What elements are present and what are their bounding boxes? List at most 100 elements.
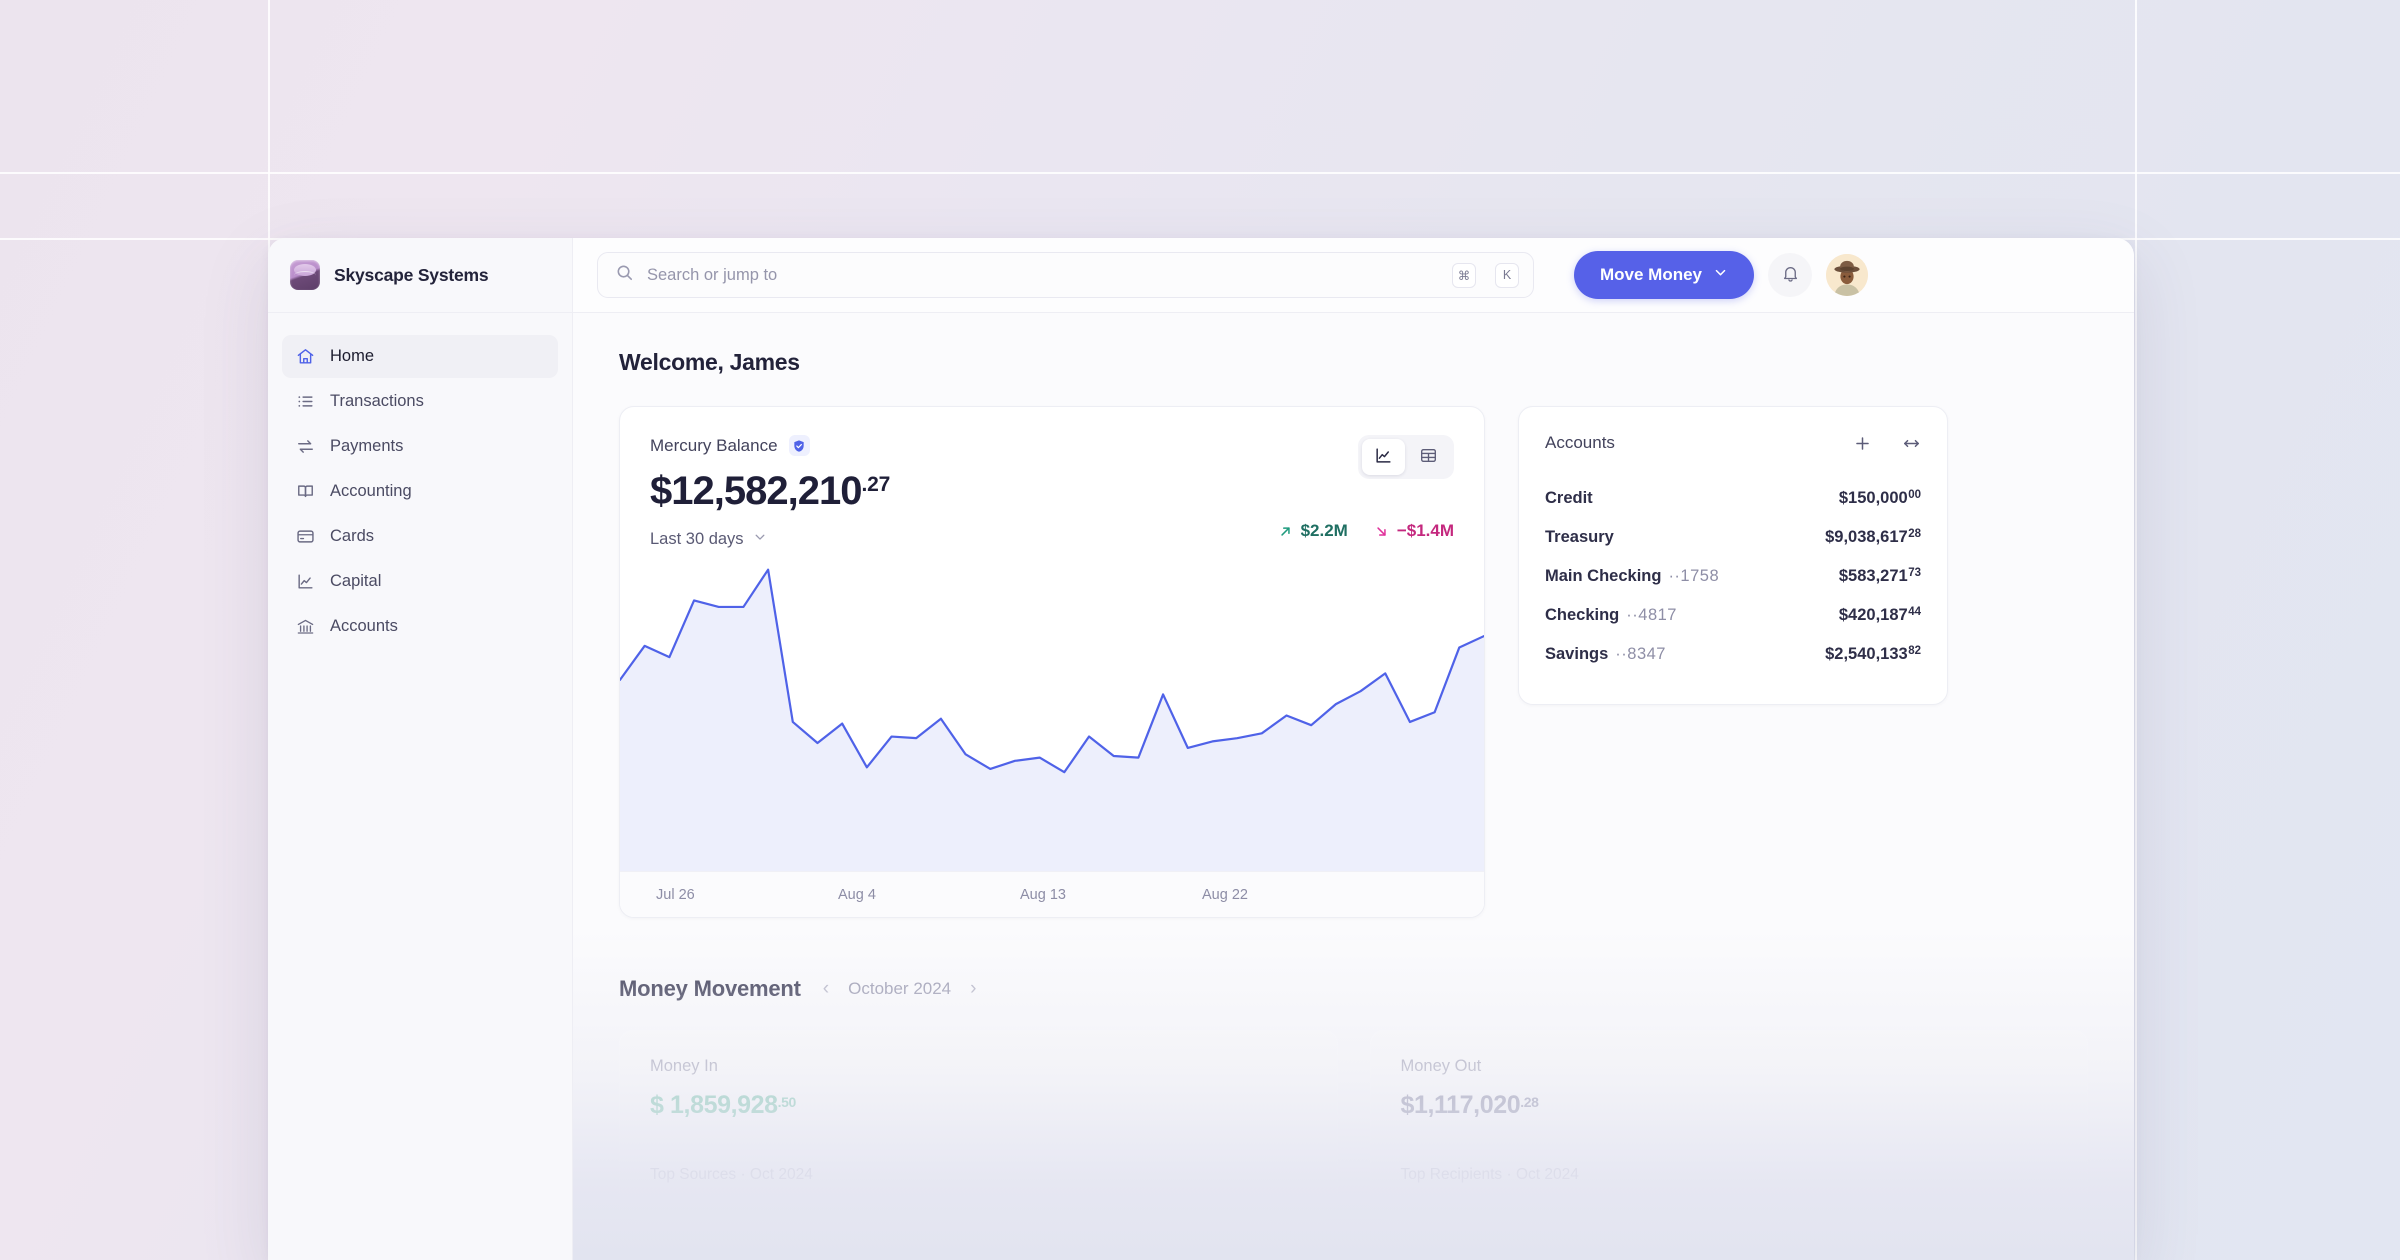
next-month-button[interactable]: › xyxy=(970,978,976,1000)
account-row[interactable]: Treasury $9,038,617 28 xyxy=(1545,518,1921,557)
brand-name: Skyscape Systems xyxy=(334,264,489,285)
list-icon xyxy=(295,391,316,412)
money-in-card[interactable]: Money In $ 1,859,928 .50 Top Sources · O… xyxy=(619,1030,1338,1220)
page-title: Welcome, James xyxy=(619,349,800,375)
account-row[interactable]: Main Checking ··1758 $583,271 73 xyxy=(1545,557,1921,596)
dashboard-top-row: Mercury Balance $12,582,210 .27 Last 30 … xyxy=(619,406,2088,918)
accounts-title: Accounts xyxy=(1545,433,1615,452)
sidebar-item-capital[interactable]: Capital xyxy=(282,560,558,603)
account-balance-dollars: $9,038,617 xyxy=(1825,528,1908,546)
topbar: Search or jump to ⌘ K Move Money xyxy=(573,238,2134,313)
account-mask: ··4817 xyxy=(1626,606,1677,624)
plus-icon xyxy=(1856,436,1869,450)
prev-month-button[interactable]: ‹ xyxy=(823,978,829,1000)
avatar[interactable] xyxy=(1826,254,1869,296)
account-name-text: Savings xyxy=(1545,645,1609,663)
account-name-text: Treasury xyxy=(1545,528,1614,546)
main-area: Search or jump to ⌘ K Move Money Welcome… xyxy=(573,238,2134,1260)
shortcut-key-cmd: ⌘ xyxy=(1452,262,1476,288)
money-movement-title: Money Movement xyxy=(619,976,801,1001)
account-name-text: Credit xyxy=(1545,489,1593,507)
money-in-dollars: $ 1,859,928 xyxy=(650,1091,778,1119)
balance-chart-svg xyxy=(620,547,1484,871)
sidebar-item-label: Transactions xyxy=(330,392,424,410)
sidebar-item-home[interactable]: Home xyxy=(282,335,558,378)
balance-title-row: Mercury Balance xyxy=(650,435,890,456)
bell-icon xyxy=(1781,264,1800,286)
line-chart-icon xyxy=(1374,446,1393,468)
arrow-down-right-icon xyxy=(1377,526,1386,536)
stat-money-in-value: $2.2M xyxy=(1300,521,1348,540)
account-row[interactable]: Checking ··4817 $420,187 44 xyxy=(1545,596,1921,635)
account-name: Main Checking ··1758 xyxy=(1545,567,1719,586)
chevron-down-icon xyxy=(1713,265,1728,285)
book-icon xyxy=(295,481,316,502)
money-out-label: Money Out xyxy=(1400,1057,1482,1075)
account-mask: ··1758 xyxy=(1668,567,1720,585)
search-icon xyxy=(615,263,634,287)
account-name: Checking ··4817 xyxy=(1545,606,1677,625)
account-balance: $583,271 73 xyxy=(1839,567,1921,586)
account-balance-cents: 28 xyxy=(1908,528,1921,540)
account-balance-cents: 44 xyxy=(1908,606,1921,618)
view-toggle-group xyxy=(1358,435,1454,479)
account-balance: $420,187 44 xyxy=(1839,606,1921,625)
arrows-horizontal-icon xyxy=(1904,439,1919,447)
sidebar-item-accounting[interactable]: Accounting xyxy=(282,470,558,513)
account-row[interactable]: Savings ··8347 $2,540,133 82 xyxy=(1545,635,1921,674)
sidebar-item-accounts[interactable]: Accounts xyxy=(282,605,558,648)
balance-title: Mercury Balance xyxy=(650,435,778,455)
money-in-cents: .50 xyxy=(777,1094,797,1110)
arrow-up-right-icon xyxy=(1280,526,1290,536)
money-out-amount: $1,117,020 .28 xyxy=(1401,1091,2058,1120)
brand[interactable]: Skyscape Systems xyxy=(268,238,572,313)
account-name: Treasury xyxy=(1545,528,1621,547)
x-tick-label: Jul 26 xyxy=(656,886,695,903)
account-name-text: Checking xyxy=(1545,606,1620,624)
stacked-disc-logo-icon xyxy=(290,260,320,290)
grid-line-horizontal xyxy=(0,172,2400,174)
balance-amount-main: $12,582,210 xyxy=(650,469,862,513)
grid-line-vertical xyxy=(2135,0,2137,1260)
shortcut-key-k: K xyxy=(1495,262,1519,288)
account-row[interactable]: Credit $150,000 00 xyxy=(1545,479,1921,518)
sidebar-item-label: Capital xyxy=(330,572,382,590)
balance-chart[interactable] xyxy=(620,547,1484,871)
chart-x-axis: Jul 26 Aug 4 Aug 13 Aug 22 xyxy=(620,871,1484,917)
notifications-button[interactable] xyxy=(1768,253,1813,297)
account-balance-dollars: $420,187 xyxy=(1838,606,1908,624)
app-window: Skyscape Systems Home Transactions Payme… xyxy=(268,238,2134,1260)
transfer-arrows-icon xyxy=(295,436,316,457)
month-nav: ‹ October 2024 › xyxy=(823,978,977,1000)
accounts-header: Accounts xyxy=(1545,433,1921,453)
current-month-label[interactable]: October 2024 xyxy=(848,979,951,999)
account-balance: $150,000 00 xyxy=(1839,489,1921,508)
search-placeholder: Search or jump to xyxy=(647,265,778,284)
money-in-label: Money In xyxy=(650,1057,718,1075)
content-area: Welcome, James Mercury Balance $12,582,2… xyxy=(573,313,2134,1260)
stat-money-out: −$1.4M xyxy=(1374,521,1454,541)
account-name: Credit xyxy=(1545,489,1600,508)
sidebar-item-label: Accounting xyxy=(330,482,412,500)
account-balance-dollars: $2,540,133 xyxy=(1825,645,1908,663)
sidebar-item-transactions[interactable]: Transactions xyxy=(282,380,558,423)
money-in-subtitle: Top Sources · Oct 2024 xyxy=(650,1166,813,1183)
x-tick-label: Aug 4 xyxy=(838,886,876,903)
verified-shield-icon xyxy=(788,435,810,456)
add-account-button[interactable] xyxy=(1853,434,1872,453)
sidebar-item-payments[interactable]: Payments xyxy=(282,425,558,468)
sidebar: Skyscape Systems Home Transactions Payme… xyxy=(268,238,573,1260)
chart-view-toggle[interactable] xyxy=(1362,439,1405,475)
account-balance-dollars: $150,000 xyxy=(1838,489,1908,507)
move-money-button[interactable]: Move Money xyxy=(1574,251,1755,299)
search-input[interactable]: Search or jump to ⌘ K xyxy=(597,252,1534,298)
account-name-text: Main Checking xyxy=(1545,567,1662,585)
expand-accounts-button[interactable] xyxy=(1902,434,1921,453)
balance-amount: $12,582,210 .27 xyxy=(650,469,890,514)
card-icon xyxy=(295,526,316,547)
money-out-card[interactable]: Money Out $1,117,020 .28 Top Recipients … xyxy=(1369,1030,2088,1220)
table-view-toggle[interactable] xyxy=(1407,439,1450,475)
account-mask: ··8347 xyxy=(1615,645,1666,663)
x-tick-label: Aug 22 xyxy=(1202,886,1248,903)
sidebar-item-cards[interactable]: Cards xyxy=(282,515,558,558)
